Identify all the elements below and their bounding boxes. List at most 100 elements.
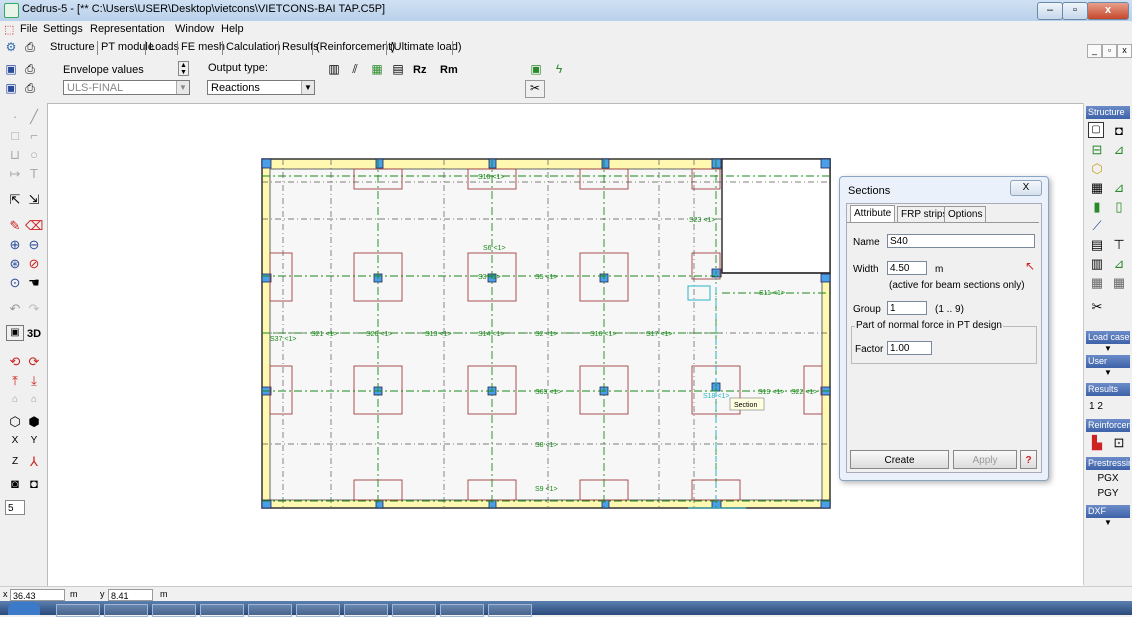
zoom-in-icon[interactable]: ⊕ <box>6 236 24 254</box>
start-button[interactable] <box>8 602 40 615</box>
axis-icon[interactable]: ⅄ <box>25 453 43 471</box>
minimize-button[interactable]: – <box>1037 2 1063 20</box>
tab-reinforcement[interactable]: (Reinforcement) <box>316 40 395 55</box>
zoom-out-icon[interactable]: ⊖ <box>25 236 43 254</box>
rm-button[interactable]: Rm <box>440 64 458 76</box>
save-as-icon[interactable]: ▣ <box>3 81 19 95</box>
rotate-left-icon[interactable]: ⟲ <box>6 353 24 371</box>
taskbar-item[interactable] <box>248 604 292 617</box>
user-expand-icon[interactable]: ▼ <box>1086 368 1130 378</box>
cut-section-icon[interactable]: ✂ <box>1088 298 1106 315</box>
view-z-button[interactable]: Z <box>6 453 24 471</box>
print-icon[interactable]: ⎙ <box>22 40 38 54</box>
envelope-select[interactable]: ULS-FINAL ▼ <box>63 80 190 95</box>
select-window-icon[interactable]: ⇲ <box>25 191 43 209</box>
taskbar-item[interactable] <box>56 604 100 617</box>
polygon-tool-icon[interactable]: ⌐ <box>25 127 43 145</box>
factor-input[interactable]: 1.00 <box>887 341 932 355</box>
save-icon[interactable]: ▣ <box>3 62 19 76</box>
undo-icon[interactable]: ↶ <box>6 300 24 318</box>
printer-icon[interactable]: ⎙ <box>22 62 38 76</box>
view-2d-icon[interactable]: ▣ <box>6 325 24 341</box>
layer-spinner[interactable]: 5 <box>5 500 25 515</box>
lightning-icon[interactable]: ϟ <box>550 62 568 76</box>
pan-hand-icon[interactable]: ☚ <box>25 274 43 292</box>
grid-edit-icon[interactable]: ▦ <box>1110 274 1128 291</box>
view-side-icon[interactable]: ⌂ <box>25 391 43 409</box>
camera-settings-icon[interactable]: ◘ <box>25 475 43 493</box>
taskbar-item[interactable] <box>392 604 436 617</box>
column-tool-icon[interactable]: ◘ <box>1110 122 1128 139</box>
point-tool-icon[interactable]: · <box>6 108 24 126</box>
zoom-all-icon[interactable]: ⊙ <box>6 274 24 292</box>
user-panel-header[interactable]: User <box>1086 355 1130 368</box>
select-tool-icon[interactable]: ⇱ <box>6 191 24 209</box>
load-area-icon[interactable]: ▤ <box>1088 236 1106 253</box>
name-input[interactable]: S40 <box>887 234 1035 248</box>
rectangle-tool-icon[interactable]: □ <box>6 127 24 145</box>
load-cases-expand-icon[interactable]: ▼ <box>1086 344 1130 354</box>
taskbar-item[interactable] <box>440 604 484 617</box>
output-type-select[interactable]: Reactions ▼ <box>207 80 315 95</box>
menu-file[interactable]: File <box>20 23 38 35</box>
menu-representation[interactable]: Representation <box>90 23 165 35</box>
circle-tool-icon[interactable]: ○ <box>25 146 43 164</box>
tilt-up-icon[interactable]: ⤒ <box>6 372 24 390</box>
camera-icon[interactable]: ◙ <box>6 475 24 493</box>
opening-tool-icon[interactable]: ⬡ <box>1088 160 1106 177</box>
tab-options[interactable]: Options <box>944 206 987 223</box>
tab-structure[interactable]: Structure <box>50 40 95 55</box>
redo-icon[interactable]: ↷ <box>25 300 43 318</box>
wall-tool-icon[interactable]: ⊔ <box>6 146 24 164</box>
drop-panel-icon[interactable]: ▦ <box>1088 179 1106 196</box>
group-input[interactable]: 1 <box>887 301 927 315</box>
dimension-tool-icon[interactable]: ↦ <box>6 165 24 183</box>
view-cube-icon[interactable]: ⬡ <box>6 413 24 431</box>
eraser-tool-icon[interactable]: ⌫ <box>25 217 43 235</box>
close-button[interactable]: x <box>1087 2 1129 20</box>
view-y-button[interactable]: Y <box>25 432 43 450</box>
view-front-icon[interactable]: ⌂ <box>6 391 24 409</box>
load-point-icon[interactable]: ⊤ <box>1110 236 1128 253</box>
contour-icon[interactable]: ⫽ <box>345 62 365 76</box>
mesh-icon[interactable]: ▥ <box>1088 255 1106 272</box>
mesh-refine-icon[interactable]: ⊿ <box>1110 255 1128 272</box>
taskbar-item[interactable] <box>344 604 388 617</box>
wall-support-icon[interactable]: ⊟ <box>1088 141 1106 158</box>
pgx-button[interactable]: PGX <box>1086 473 1130 484</box>
taskbar-item[interactable] <box>200 604 244 617</box>
apply-button[interactable]: Apply <box>953 450 1017 469</box>
pgy-button[interactable]: PGY <box>1086 488 1130 499</box>
menu-window[interactable]: Window <box>175 23 214 35</box>
text-tool-icon[interactable]: T <box>25 165 43 183</box>
view-x-button[interactable]: X <box>6 432 24 450</box>
tab-fe-mesh[interactable]: FE mesh <box>181 40 225 55</box>
line-tool-icon[interactable]: ╱ <box>25 108 43 126</box>
numeric-values-icon[interactable]: ▦ <box>367 62 387 76</box>
width-input[interactable]: 4.50 <box>887 261 927 275</box>
pick-cursor-icon[interactable]: ↖ <box>1023 259 1037 273</box>
help-button[interactable]: ? <box>1020 450 1037 469</box>
menu-settings[interactable]: Settings <box>43 23 83 35</box>
reinforcement-panel-header[interactable]: Reinforcem <box>1086 419 1130 432</box>
taskbar-item[interactable] <box>296 604 340 617</box>
results-selector[interactable]: 1 2 <box>1086 401 1132 412</box>
prestressing-panel-header[interactable]: Prestressin <box>1086 457 1130 470</box>
zoom-window-icon[interactable]: ⊛ <box>6 255 24 273</box>
create-button[interactable]: Create <box>850 450 949 469</box>
export-icon[interactable]: ▣ <box>527 62 545 76</box>
tab-attribute[interactable]: Attribute <box>850 205 896 223</box>
rz-button[interactable]: Rz <box>413 64 426 76</box>
taskbar-item[interactable] <box>152 604 196 617</box>
taskbar-item[interactable] <box>104 604 148 617</box>
structure-panel-header[interactable]: Structure <box>1086 106 1130 119</box>
tab-pt-module[interactable]: PT module <box>101 40 154 55</box>
menu-help[interactable]: Help <box>221 23 244 35</box>
column-support-icon[interactable]: ▮ <box>1088 198 1106 215</box>
dxf-expand-icon[interactable]: ▼ <box>1086 518 1130 528</box>
tilt-down-icon[interactable]: ⤓ <box>25 372 43 390</box>
dialog-close-button[interactable]: X <box>1010 180 1042 196</box>
taskbar-item[interactable] <box>488 604 532 617</box>
tab-results[interactable]: Results <box>282 40 319 55</box>
bar-diagram-icon[interactable]: ▥ <box>324 62 344 76</box>
